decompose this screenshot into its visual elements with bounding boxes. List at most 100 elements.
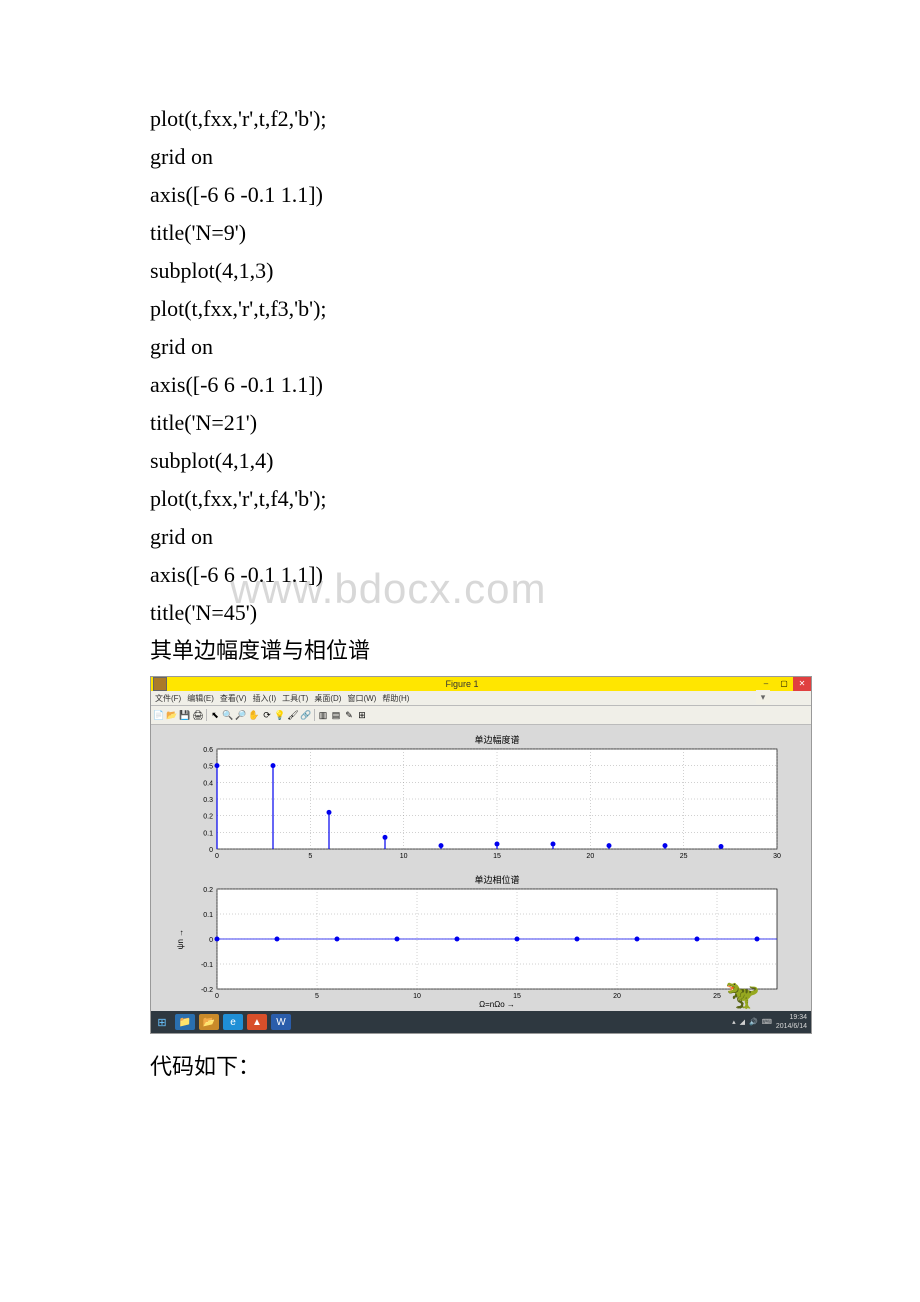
maximize-button[interactable]: ▢ [775,677,793,691]
code-line: grid on [150,518,770,556]
svg-text:0.2: 0.2 [203,814,213,821]
section-heading: 其单边幅度谱与相位谱 [150,632,770,670]
clock-date: 2014/6/14 [776,1022,807,1031]
link-icon[interactable]: 🔗 [300,709,312,721]
systray-vol-icon[interactable]: 🔊 [749,1018,758,1026]
code-line: axis([-6 6 -0.1 1.1]) [150,556,770,594]
svg-text:0: 0 [215,993,219,1000]
zoomout-icon[interactable]: 🔎 [235,709,247,721]
save-icon[interactable]: 💾 [179,709,191,721]
print-icon[interactable]: 🖨 [192,709,204,721]
pan-icon[interactable]: ✋ [248,709,260,721]
svg-text:-0.1: -0.1 [201,962,213,969]
matlab-figure-window: Figure 1 – ▢ ✕ ▾ 文件(F) 编辑(E) 查看(V) 插入(I) 工具(… [150,676,812,1034]
brush-icon[interactable]: 🖌 [287,709,299,721]
clock[interactable]: 19:34 2014/6/14 [776,1013,807,1031]
svg-text:30: 30 [773,853,781,860]
code-block: plot(t,fxx,'r',t,f2,'b');grid onaxis([-6… [150,100,770,632]
svg-text:0.4: 0.4 [203,780,213,787]
menu-item[interactable]: 工具(T) [282,693,308,704]
svg-text:Ω=nΩo →: Ω=nΩo → [479,1000,515,1009]
svg-text:25: 25 [680,853,688,860]
menu-item[interactable]: 帮助(H) [382,693,409,704]
svg-text:20: 20 [613,993,621,1000]
code-line: axis([-6 6 -0.1 1.1]) [150,176,770,214]
annotate-icon[interactable]: ✎ [343,709,355,721]
systray[interactable]: ▴ ◢ 🔊 ⌨ 19:34 2014/6/14 [732,1013,811,1031]
svg-text:0.1: 0.1 [203,830,213,837]
svg-text:10: 10 [413,993,421,1000]
charts-svg: 0 5 10 15 20 25 30 0 0.1 0.2 0.3 0.4 0.5 0.6 单边幅度谱 0 5 10… [157,731,797,1011]
mascot-icon: 🦖 [725,982,760,1010]
task-folder-icon[interactable]: 📂 [199,1014,219,1030]
svg-text:15: 15 [493,853,501,860]
svg-text:5: 5 [315,993,319,1000]
svg-text:10: 10 [400,853,408,860]
code-line: axis([-6 6 -0.1 1.1]) [150,366,770,404]
start-icon[interactable]: ⊞ [153,1014,171,1030]
titlebar: Figure 1 – ▢ ✕ [151,677,811,691]
svg-text:5: 5 [308,853,312,860]
systray-up-icon[interactable]: ▴ [732,1018,736,1026]
code-line: plot(t,fxx,'r',t,f3,'b'); [150,290,770,328]
svg-text:15: 15 [513,993,521,1000]
menubar[interactable]: 文件(F) 编辑(E) 查看(V) 插入(I) 工具(T) 桌面(D) 窗口(W) 帮助(H) [151,691,811,706]
svg-text:0.6: 0.6 [203,747,213,754]
code-line: plot(t,fxx,'r',t,f4,'b'); [150,480,770,518]
minimize-button[interactable]: – [757,677,775,691]
svg-text:25: 25 [713,993,721,1000]
code-line: grid on [150,138,770,176]
code-line: subplot(4,1,3) [150,252,770,290]
code-line: title('N=45') [150,594,770,632]
app-icon [153,677,167,691]
window-controls: – ▢ ✕ [757,677,811,691]
svg-text:0: 0 [209,847,213,854]
task-word-icon[interactable]: W [271,1014,291,1030]
new-icon[interactable]: 📄 [153,709,165,721]
menu-item[interactable]: 插入(I) [253,693,277,704]
toolbar[interactable]: 📄📂💾🖨 ⬉🔍🔎✋⟳💡🖌🔗 ▥▤✎⊞ [151,706,811,725]
menu-item[interactable]: 文件(F) [155,693,181,704]
svg-text:0.2: 0.2 [203,887,213,894]
legend-icon[interactable]: ▤ [330,709,342,721]
code-line: grid on [150,328,770,366]
clock-time: 19:34 [776,1013,807,1022]
svg-text:0.5: 0.5 [203,764,213,771]
task-matlab-icon[interactable]: ▲ [247,1014,267,1030]
rotate-icon[interactable]: ⟳ [261,709,273,721]
menu-item[interactable]: 查看(V) [220,693,247,704]
svg-text:0.1: 0.1 [203,912,213,919]
dropdown-icon[interactable]: ▾ [756,690,770,704]
code-line: title('N=9') [150,214,770,252]
datatip-icon[interactable]: 💡 [274,709,286,721]
colorbar-icon[interactable]: ▥ [317,709,329,721]
systray-net-icon[interactable]: ◢ [740,1018,745,1026]
systray-keyboard-icon[interactable]: ⌨ [762,1018,772,1026]
close-button[interactable]: ✕ [793,677,811,691]
pointer-icon[interactable]: ⬉ [209,709,221,721]
svg-text:ψn →: ψn → [176,929,185,949]
subplot-icon[interactable]: ⊞ [356,709,368,721]
menu-item[interactable]: 窗口(W) [347,693,376,704]
code-line: title('N=21') [150,404,770,442]
code-line: plot(t,fxx,'r',t,f2,'b'); [150,100,770,138]
task-file-explorer-icon[interactable]: 📁 [175,1014,195,1030]
svg-text:0.3: 0.3 [203,797,213,804]
plot-area: 0 5 10 15 20 25 30 0 0.1 0.2 0.3 0.4 0.5 0.6 单边幅度谱 0 5 10… [151,725,811,1011]
footer-text: 代码如下： [150,1048,770,1086]
window-title: Figure 1 [167,679,757,689]
svg-text:0: 0 [209,937,213,944]
svg-text:20: 20 [586,853,594,860]
zoomin-icon[interactable]: 🔍 [222,709,234,721]
windows-taskbar: ⊞ 📁 📂 e ▲ W ▴ ◢ 🔊 ⌨ 19:34 [151,1011,811,1033]
matlab-figure-container: Figure 1 – ▢ ✕ ▾ 文件(F)编辑(E)查看(V)插入(I)工具(… [150,676,770,1034]
task-ie-icon[interactable]: e [223,1014,243,1030]
menu-item[interactable]: 桌面(D) [314,693,341,704]
svg-text:单边幅度谱: 单边幅度谱 [474,734,519,745]
menu-item[interactable]: 编辑(E) [187,693,214,704]
code-line: subplot(4,1,4) [150,442,770,480]
svg-text:-0.2: -0.2 [201,987,213,994]
svg-text:0: 0 [215,853,219,860]
svg-text:单边相位谱: 单边相位谱 [474,874,519,885]
open-icon[interactable]: 📂 [166,709,178,721]
